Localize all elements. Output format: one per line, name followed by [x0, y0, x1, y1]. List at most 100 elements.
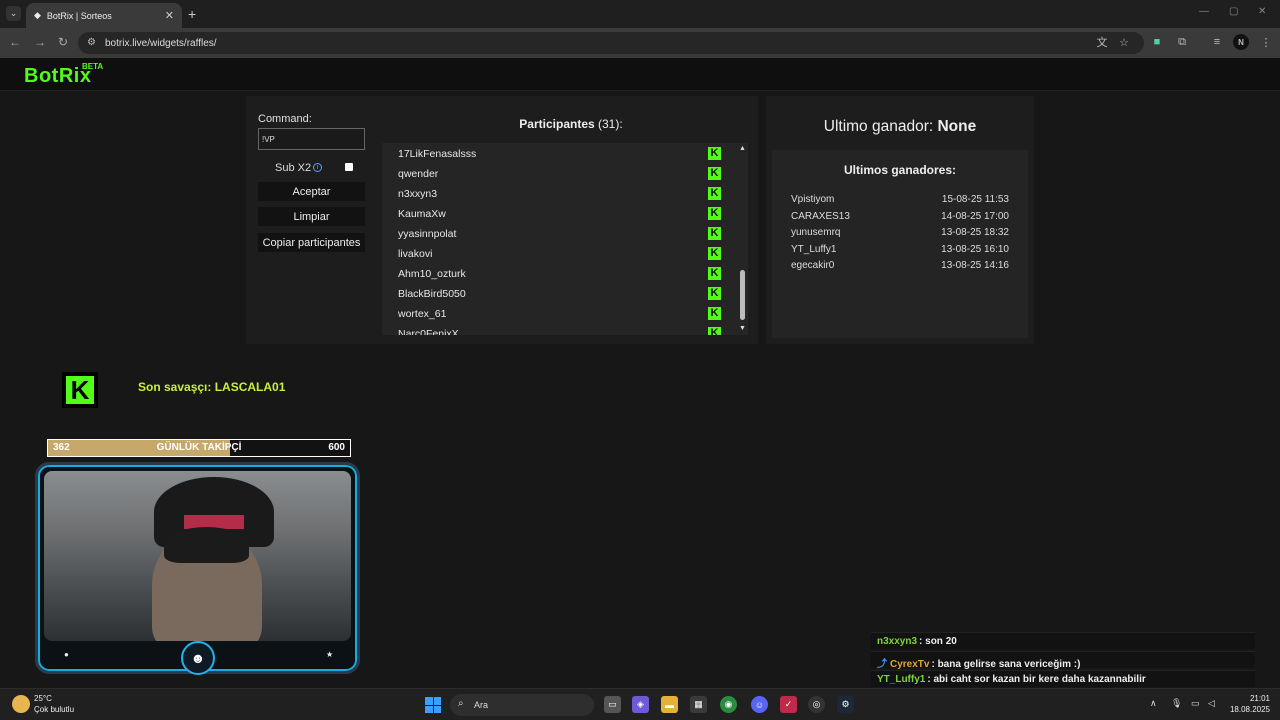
last-warrior-text: Son savaşçı: LASCALA01: [138, 380, 286, 394]
command-input[interactable]: [258, 128, 365, 150]
info-icon[interactable]: i: [313, 163, 322, 172]
tab-title: BotRix | Sorteos: [46, 10, 112, 21]
tab-close-icon[interactable]: ✕: [165, 9, 174, 22]
participants-scrollbar[interactable]: ▲ ▼: [738, 143, 748, 335]
new-tab-button[interactable]: +: [188, 6, 196, 22]
maximize-icon[interactable]: ▢: [1229, 6, 1238, 17]
windows-taskbar: 25°C Çok bulutlu ⌕ Ara ▭ ◈ ▬ ▦ ◉ ☺ ✓ ◎ ⚙…: [0, 688, 1280, 720]
kick-logo-badge: K: [62, 372, 98, 408]
tab-search-dropdown[interactable]: ⌄: [6, 6, 21, 21]
recent-winners-title: Ultimos ganadores:: [843, 163, 957, 177]
store-icon[interactable]: ▦: [690, 696, 707, 713]
reading-list-icon[interactable]: ≡: [1209, 34, 1225, 50]
weather-temperature[interactable]: 25°C: [34, 694, 52, 703]
participant-name: livakovi: [398, 248, 433, 260]
person-icon: ●: [64, 650, 69, 659]
follower-goal-current: 362: [53, 442, 70, 453]
copy-participants-button[interactable]: Copiar participantes: [258, 233, 365, 252]
winner-date: 13-08-25 18:32: [941, 227, 1009, 239]
winner-name: egecakir0: [791, 260, 835, 272]
minimize-icon[interactable]: —: [1199, 6, 1209, 17]
participants-list-inner: 17LikFenasalsss Kqwender Kn3xxyn3 K KaumaXw K…: [382, 143, 748, 335]
volume-icon[interactable]: ◁: [1208, 698, 1215, 709]
kick-icon: K: [708, 227, 721, 240]
winners-panel: Ultimo ganador: None Ultimos ganadores: …: [766, 96, 1034, 344]
clear-button[interactable]: Limpiar: [258, 207, 365, 226]
accept-button[interactable]: Aceptar: [258, 182, 365, 201]
chat-username: n3xxyn3: [877, 636, 918, 647]
translate-icon[interactable]: 文: [1094, 34, 1110, 50]
search-icon: ⌕: [458, 698, 464, 709]
winner-name: CARAXES13: [791, 210, 850, 222]
copilot-icon[interactable]: ◈: [632, 696, 649, 713]
follower-goal-target: 600: [328, 442, 345, 453]
browser-tab[interactable]: ◆ BotRix | Sorteos ✕: [26, 3, 182, 28]
menu-kebab-icon[interactable]: ⋮: [1258, 34, 1274, 50]
participant-name: 17LikFenasalsss: [398, 148, 477, 160]
webcam-frame: ● ★ ☻: [35, 462, 360, 675]
back-arrow-icon[interactable]: ←: [9, 35, 21, 49]
bookmark-star-icon[interactable]: ☆: [1116, 34, 1132, 50]
follower-goal-bar: GÜNLÜK TAKİPÇİ 362 600: [47, 439, 351, 457]
participant-row: qwender K: [382, 163, 748, 183]
participant-name: BlackBird5050: [398, 288, 466, 300]
extensions-puzzle-icon[interactable]: ⧉: [1174, 34, 1190, 50]
kick-icon: K: [708, 307, 721, 320]
clock-time[interactable]: 21:01: [1226, 694, 1270, 703]
profile-avatar[interactable]: N: [1233, 34, 1249, 50]
streamer-logo-icon: ☻: [181, 641, 215, 675]
winner-name: yunusemrq: [791, 227, 841, 239]
chat-text: : bana gelirse sana vericeğim :): [931, 659, 1081, 670]
microphone-icon[interactable]: 🎙: [1171, 698, 1182, 709]
clock-date[interactable]: 18.08.2025: [1220, 705, 1270, 714]
winner-row: egecakir0 13-08-25 14:16: [791, 260, 1009, 271]
window-close-icon[interactable]: ✕: [1258, 6, 1266, 17]
tab-favicon-icon: ◆: [34, 10, 41, 20]
discord-icon[interactable]: ☺: [751, 696, 768, 713]
scroll-down-arrow-icon[interactable]: ▼: [739, 325, 746, 332]
chat-message: YT_Luffy1: abi caht sor kazan bir kere d…: [871, 670, 1255, 687]
reload-icon[interactable]: ↻: [58, 35, 68, 49]
winner-date: 13-08-25 14:16: [941, 260, 1009, 272]
winner-row: Vpistiyom 15-08-25 11:53: [791, 194, 1009, 205]
windows-start-icon[interactable]: [425, 697, 441, 713]
file-explorer-icon[interactable]: ▬: [661, 696, 678, 713]
participant-name: qwender: [398, 168, 439, 180]
task-view-icon[interactable]: ▭: [604, 696, 621, 713]
winner-date: 14-08-25 17:00: [941, 210, 1009, 222]
sub-x2-label: Sub X2: [275, 162, 312, 174]
address-bar[interactable]: ⚙ botrix.live/widgets/raffles/: [78, 32, 1144, 54]
participant-name: Ahm10_ozturk: [398, 268, 466, 280]
kick-icon: K: [708, 267, 721, 280]
participant-name: KaumaXw: [398, 208, 446, 220]
weather-description[interactable]: Çok bulutlu: [34, 705, 74, 714]
steam-icon[interactable]: ⚙: [837, 696, 854, 713]
participants-list[interactable]: 17LikFenasalsss Kqwender Kn3xxyn3 K KaumaXw K…: [382, 143, 748, 335]
raffle-panel: Command: Sub X2 i Aceptar Limpiar Copiar…: [246, 96, 758, 344]
sub-x2-checkbox[interactable]: [345, 163, 353, 171]
last-winner-heading: Ultimo ganador: None: [766, 118, 1034, 136]
app-icon-red[interactable]: ✓: [780, 696, 797, 713]
participants-title-text: Participantes: [519, 117, 595, 131]
kick-icon: K: [708, 287, 721, 300]
scroll-up-arrow-icon[interactable]: ▲: [739, 145, 746, 152]
search-placeholder: Ara: [474, 700, 489, 710]
obs-icon[interactable]: ◎: [808, 696, 825, 713]
network-icon[interactable]: ▭: [1191, 698, 1200, 709]
winner-row: CARAXES13 14-08-25 17:00: [791, 211, 1009, 222]
participants-title: Participantes (31):: [446, 117, 696, 131]
extension-icon[interactable]: ■: [1149, 34, 1165, 50]
winner-row: yunusemrq 13-08-25 18:32: [791, 227, 1009, 238]
site-info-icon[interactable]: ⚙: [87, 37, 96, 48]
participant-row: Narc0FenixX K: [382, 323, 748, 335]
scroll-thumb[interactable]: [740, 270, 745, 320]
forward-arrow-icon[interactable]: →: [34, 35, 46, 49]
chat-username: YT_Luffy1: [877, 674, 926, 685]
chrome-icon[interactable]: ◉: [720, 696, 737, 713]
taskbar-search[interactable]: ⌕ Ara: [450, 694, 594, 716]
tray-chevron-icon[interactable]: ∧: [1150, 698, 1157, 709]
participant-row: Ahm10_ozturk K: [382, 263, 748, 283]
weather-cloud-icon[interactable]: [12, 695, 30, 713]
winner-row: YT_Luffy1 13-08-25 16:10: [791, 244, 1009, 255]
winner-date: 13-08-25 16:10: [941, 243, 1009, 255]
